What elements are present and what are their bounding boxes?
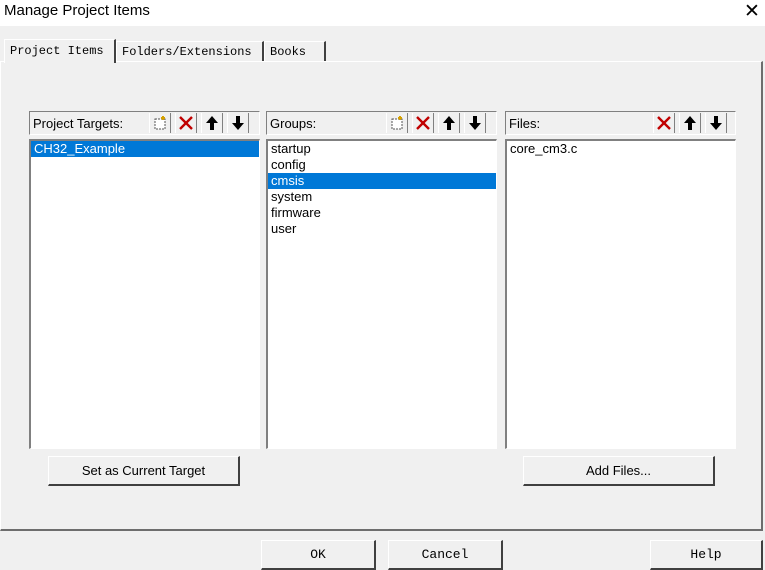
tab-label: Books bbox=[270, 45, 307, 59]
groups-header: Groups: bbox=[266, 111, 497, 135]
close-icon[interactable]: ✕ bbox=[742, 0, 762, 23]
project-targets-list[interactable]: CH32_Example bbox=[29, 139, 260, 449]
delete-target-button[interactable] bbox=[175, 113, 197, 133]
list-item[interactable]: core_cm3.c bbox=[507, 141, 735, 157]
groups-label: Groups: bbox=[270, 116, 317, 131]
project-targets-label: Project Targets: bbox=[33, 116, 124, 131]
files-list[interactable]: core_cm3.c bbox=[505, 139, 736, 449]
move-down-icon bbox=[232, 116, 244, 130]
move-target-down-button[interactable] bbox=[227, 113, 249, 133]
move-up-icon bbox=[443, 116, 455, 130]
new-group-button[interactable] bbox=[386, 113, 408, 133]
files-header: Files: bbox=[505, 111, 736, 135]
tab-books[interactable]: Books bbox=[264, 41, 326, 61]
list-item[interactable]: system bbox=[268, 189, 496, 205]
move-group-down-button[interactable] bbox=[464, 113, 486, 133]
list-item[interactable]: user bbox=[268, 221, 496, 237]
tab-label: Project Items bbox=[10, 44, 104, 58]
delete-icon bbox=[179, 116, 193, 130]
move-group-up-button[interactable] bbox=[438, 113, 460, 133]
help-button[interactable]: Help bbox=[650, 540, 763, 570]
cancel-button[interactable]: Cancel bbox=[388, 540, 503, 570]
list-item[interactable]: CH32_Example bbox=[31, 141, 259, 157]
project-targets-header: Project Targets: bbox=[29, 111, 260, 135]
groups-list[interactable]: startup config cmsis system firmware use… bbox=[266, 139, 497, 449]
tab-project-items[interactable]: Project Items bbox=[4, 39, 116, 63]
new-icon bbox=[154, 116, 166, 130]
list-item[interactable]: startup bbox=[268, 141, 496, 157]
ok-button[interactable]: OK bbox=[261, 540, 376, 570]
delete-file-button[interactable] bbox=[653, 113, 675, 133]
set-current-target-button[interactable]: Set as Current Target bbox=[48, 456, 240, 486]
new-icon bbox=[391, 116, 403, 130]
move-file-up-button[interactable] bbox=[679, 113, 701, 133]
add-files-button[interactable]: Add Files... bbox=[523, 456, 715, 486]
move-file-down-button[interactable] bbox=[705, 113, 727, 133]
tab-label: Folders/Extensions bbox=[122, 45, 252, 59]
files-label: Files: bbox=[509, 116, 541, 131]
new-target-button[interactable] bbox=[149, 113, 171, 133]
window-title: Manage Project Items bbox=[4, 2, 150, 19]
move-down-icon bbox=[469, 116, 481, 130]
move-down-icon bbox=[710, 116, 722, 130]
list-item[interactable]: cmsis bbox=[268, 173, 496, 189]
list-item[interactable]: config bbox=[268, 157, 496, 173]
delete-icon bbox=[416, 116, 430, 130]
delete-group-button[interactable] bbox=[412, 113, 434, 133]
move-up-icon bbox=[206, 116, 218, 130]
move-target-up-button[interactable] bbox=[201, 113, 223, 133]
move-up-icon bbox=[684, 116, 696, 130]
tab-folders-extensions[interactable]: Folders/Extensions bbox=[116, 41, 264, 61]
delete-icon bbox=[657, 116, 671, 130]
list-item[interactable]: firmware bbox=[268, 205, 496, 221]
